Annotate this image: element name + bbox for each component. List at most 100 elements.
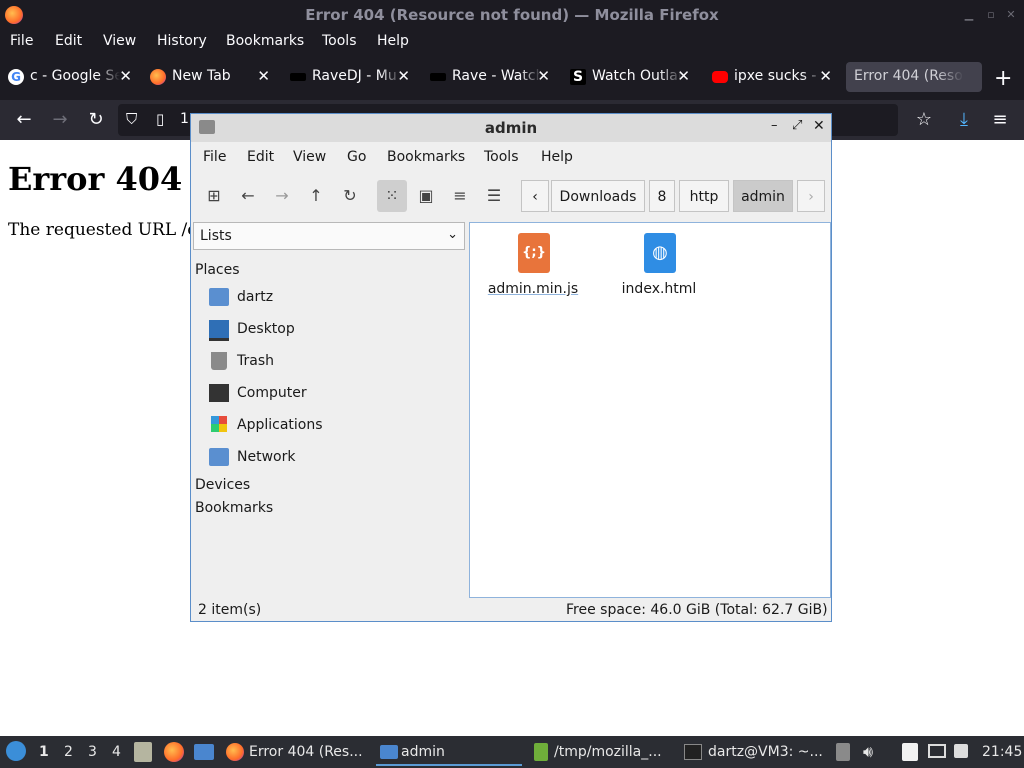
notes-icon[interactable] bbox=[902, 743, 918, 761]
fm-menu-tools[interactable]: Tools bbox=[484, 149, 519, 165]
maximize-icon[interactable]: ⤢ bbox=[792, 118, 802, 133]
workspace-1[interactable]: 1 bbox=[39, 744, 49, 760]
menu-help[interactable]: Help bbox=[377, 33, 409, 49]
fm-menu-bookmarks[interactable]: Bookmarks bbox=[387, 149, 465, 165]
desktop-icon bbox=[209, 320, 229, 341]
page-info-icon[interactable]: ▯ bbox=[156, 110, 164, 128]
menu-bookmarks[interactable]: Bookmarks bbox=[226, 33, 304, 49]
tab-close-icon[interactable]: ✕ bbox=[257, 67, 270, 85]
sidebar-item-desktop[interactable]: Desktop bbox=[209, 316, 459, 344]
new-tab-icon[interactable]: ⊞ bbox=[199, 180, 229, 212]
side-pane-selector[interactable]: Lists ⌄ bbox=[193, 222, 465, 250]
bluetooth-icon[interactable] bbox=[954, 744, 968, 758]
back-icon[interactable]: ← bbox=[12, 108, 36, 132]
breadcrumb-http[interactable]: http bbox=[679, 180, 729, 212]
fm-menu-help[interactable]: Help bbox=[541, 149, 573, 165]
task-file-manager[interactable]: admin bbox=[376, 738, 522, 766]
firefox-titlebar: Error 404 (Resource not found) — Mozilla… bbox=[0, 0, 1024, 30]
minimize-icon[interactable]: – bbox=[771, 118, 778, 133]
volume-icon[interactable]: 🔊︎ bbox=[863, 742, 873, 762]
tab-new-tab[interactable]: New Tab ✕ bbox=[142, 62, 276, 92]
breadcrumb-8[interactable]: 8 bbox=[649, 180, 675, 212]
breadcrumb-downloads[interactable]: Downloads bbox=[551, 180, 645, 212]
archive-icon bbox=[534, 743, 548, 761]
tab-ravedj[interactable]: RaveDJ - Mu ✕ bbox=[282, 62, 416, 92]
network-status-icon[interactable] bbox=[928, 744, 946, 758]
forward-icon[interactable]: → bbox=[267, 180, 297, 212]
fm-menu-edit[interactable]: Edit bbox=[247, 149, 274, 165]
file-view[interactable]: {;} admin.min.js ◍ index.html bbox=[469, 222, 831, 598]
thumbnail-view-icon[interactable]: ▣ bbox=[411, 180, 441, 212]
tab-google[interactable]: G c - Google Se ✕ bbox=[0, 62, 138, 92]
maximize-icon[interactable]: ▫ bbox=[984, 8, 998, 22]
file-manager-launcher-icon[interactable] bbox=[194, 744, 214, 760]
start-menu-icon[interactable] bbox=[6, 741, 26, 761]
url-text[interactable]: 1 bbox=[180, 111, 189, 127]
tab-error-404[interactable]: Error 404 (Reso bbox=[846, 62, 982, 92]
file-cabinet-icon[interactable] bbox=[134, 742, 152, 762]
shield-icon[interactable]: ⛉ bbox=[126, 110, 137, 128]
clock[interactable]: 21:45 bbox=[982, 744, 1022, 760]
terminal-icon bbox=[684, 744, 702, 760]
sidebar-item-trash[interactable]: Trash bbox=[209, 348, 459, 376]
reload-icon[interactable]: ↻ bbox=[335, 180, 365, 212]
workspace-2[interactable]: 2 bbox=[64, 744, 73, 760]
devices-heading[interactable]: Devices bbox=[195, 477, 250, 493]
tab-close-icon[interactable]: ✕ bbox=[537, 67, 550, 85]
tab-close-icon[interactable]: ✕ bbox=[819, 67, 832, 85]
close-icon[interactable]: ✕ bbox=[1004, 8, 1018, 22]
new-tab-icon[interactable]: + bbox=[994, 66, 1012, 91]
tab-rave[interactable]: Rave - Watch ✕ bbox=[422, 62, 556, 92]
tab-close-icon[interactable]: ✕ bbox=[677, 67, 690, 85]
firefox-menubar: File Edit View History Bookmarks Tools H… bbox=[0, 30, 1024, 54]
hamburger-menu-icon[interactable]: ≡ bbox=[988, 108, 1012, 132]
forward-icon[interactable]: → bbox=[48, 108, 72, 132]
bookmarks-heading[interactable]: Bookmarks bbox=[195, 500, 273, 516]
sidebar-item-applications[interactable]: Applications bbox=[209, 412, 459, 440]
menu-view[interactable]: View bbox=[103, 33, 136, 49]
fm-menu-file[interactable]: File bbox=[203, 149, 226, 165]
item-count: 2 item(s) bbox=[198, 602, 262, 618]
task-firefox[interactable]: Error 404 (Res... bbox=[226, 738, 366, 766]
fm-menu-go[interactable]: Go bbox=[347, 149, 366, 165]
reload-icon[interactable]: ↻ bbox=[84, 108, 108, 132]
sidebar-item-dartz[interactable]: dartz bbox=[209, 284, 459, 312]
free-space: Free space: 46.0 GiB (Total: 62.7 GiB) bbox=[566, 602, 828, 618]
breadcrumb-left-icon[interactable]: ‹ bbox=[521, 180, 549, 212]
menu-history[interactable]: History bbox=[157, 33, 207, 49]
google-icon: G bbox=[8, 69, 24, 85]
compact-view-icon[interactable]: ≡ bbox=[445, 180, 475, 212]
rave-icon bbox=[430, 73, 446, 81]
task-tmp-folder[interactable]: /tmp/mozilla_... bbox=[530, 738, 670, 766]
close-icon[interactable]: ✕ bbox=[813, 118, 825, 134]
clipboard-icon[interactable] bbox=[836, 743, 850, 761]
sidebar-item-network[interactable]: Network bbox=[209, 444, 459, 472]
workspace-3[interactable]: 3 bbox=[88, 744, 97, 760]
back-icon[interactable]: ← bbox=[233, 180, 263, 212]
tab-watch-outlander[interactable]: S Watch Outlan ✕ bbox=[562, 62, 696, 92]
detailed-view-icon[interactable]: ☰ bbox=[479, 180, 509, 212]
icon-view-icon[interactable]: ⁙ bbox=[377, 180, 407, 212]
tab-close-icon[interactable]: ✕ bbox=[397, 67, 410, 85]
tab-bar: G c - Google Se ✕ New Tab ✕ RaveDJ - Mu … bbox=[0, 54, 1024, 100]
minimize-icon[interactable]: ▁ bbox=[962, 8, 976, 22]
firefox-launcher-icon[interactable] bbox=[164, 742, 184, 762]
sidebar-item-computer[interactable]: Computer bbox=[209, 380, 459, 408]
fm-menu-view[interactable]: View bbox=[293, 149, 326, 165]
menu-edit[interactable]: Edit bbox=[55, 33, 82, 49]
page-body-text: The requested URL /co bbox=[8, 220, 208, 240]
tab-ipxe[interactable]: ipxe sucks - ✕ bbox=[704, 62, 838, 92]
file-item[interactable]: ◍ index.html bbox=[604, 229, 714, 309]
tab-close-icon[interactable]: ✕ bbox=[119, 67, 132, 85]
bookmark-star-icon[interactable]: ☆ bbox=[912, 108, 936, 132]
breadcrumb-right-icon[interactable]: › bbox=[797, 180, 825, 212]
breadcrumb-admin[interactable]: admin bbox=[733, 180, 793, 212]
menu-tools[interactable]: Tools bbox=[322, 33, 357, 49]
file-item[interactable]: {;} admin.min.js bbox=[478, 229, 588, 309]
downloads-icon[interactable]: ⤓ bbox=[952, 108, 976, 132]
file-manager-titlebar[interactable]: admin – ⤢ ✕ bbox=[191, 114, 831, 142]
up-icon[interactable]: ↑ bbox=[301, 180, 331, 212]
menu-file[interactable]: File bbox=[10, 33, 33, 49]
workspace-4[interactable]: 4 bbox=[112, 744, 121, 760]
task-terminal[interactable]: dartz@VM3: ~... bbox=[682, 738, 827, 766]
